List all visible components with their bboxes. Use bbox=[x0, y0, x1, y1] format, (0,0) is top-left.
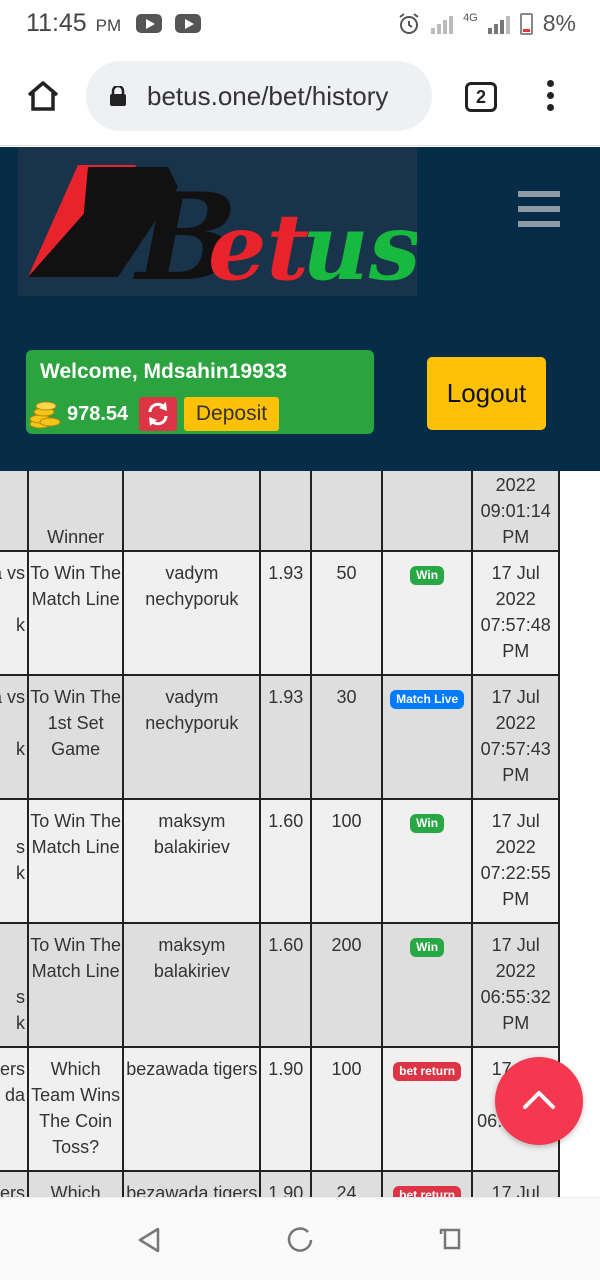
coins-icon bbox=[29, 401, 61, 429]
bet-stake-cell: 24 bbox=[310, 1170, 383, 1197]
home-icon[interactable] bbox=[26, 80, 60, 112]
url-text: betus.one/bet/history bbox=[147, 81, 389, 111]
bet-selection-cell: bezawada tigers bbox=[122, 1046, 262, 1172]
bet-selection-cell: vadym nechyporuk bbox=[122, 674, 262, 800]
refresh-balance-button[interactable] bbox=[139, 397, 177, 431]
browser-toolbar: betus.one/bet/history 2 bbox=[0, 52, 600, 146]
bet-date-cell: 17 Jul bbox=[471, 1170, 560, 1197]
signal-icon bbox=[431, 14, 454, 34]
bet-row: a vs kTo Win The 1st Set Gamevadym nechy… bbox=[0, 674, 560, 800]
bet-status-cell: Match Live bbox=[380, 674, 474, 800]
bet-event-cell: a vs k bbox=[0, 550, 29, 676]
bet-odds-cell: 1.93 bbox=[259, 674, 313, 800]
bet-row: s k To Win The Match Line maksym balakirie… bbox=[0, 922, 560, 1048]
bet-status-badge: Win bbox=[410, 566, 445, 585]
bet-market-cell: Which Team Wins The Coin Toss? bbox=[26, 1046, 125, 1172]
bet-date-cell: 17 Jul 2022 07:22:55 PM bbox=[471, 798, 560, 924]
bet-stake-cell: 100 bbox=[310, 798, 383, 924]
bet-odds-cell: 1.90 bbox=[259, 1046, 313, 1172]
tab-switcher-button[interactable]: 2 bbox=[465, 82, 497, 112]
youtube-notification-icon bbox=[136, 14, 162, 33]
bet-selection-cell: bezawada tigers bbox=[122, 1170, 262, 1197]
network-type: 4G bbox=[463, 11, 478, 24]
browser-menu-icon[interactable] bbox=[545, 80, 555, 112]
bet-event-cell: s k bbox=[0, 798, 29, 924]
bet-history-grid: Winner2022 09:01:14 PMa vs kTo Win The M… bbox=[0, 471, 560, 1197]
bet-status-cell: Win bbox=[380, 798, 474, 924]
svg-text:et: et bbox=[208, 193, 309, 296]
bet-status-badge: bet return bbox=[393, 1186, 462, 1197]
bet-odds-cell: 1.60 bbox=[259, 798, 313, 924]
bet-market-cell: To Win The Match Line bbox=[26, 922, 125, 1048]
bet-stake-cell: 50 bbox=[310, 550, 383, 676]
bet-status-cell: bet return bbox=[380, 1170, 474, 1197]
bet-row: a vs kTo Win The Match Linevadym nechypo… bbox=[0, 550, 560, 676]
bet-status-badge: Win bbox=[410, 814, 445, 833]
site-header: B et us Welcome, Mdsahin19933 978.54 Dep… bbox=[0, 147, 600, 471]
bet-market-cell: To Win The Match Line bbox=[26, 550, 125, 676]
welcome-text: Welcome, Mdsahin19933 bbox=[40, 360, 288, 383]
bet-market-cell: Winner bbox=[26, 471, 125, 552]
bet-stake-cell: 30 bbox=[310, 674, 383, 800]
status-indicators: 4G 8% bbox=[397, 10, 576, 37]
bet-market-cell: To Win The 1st Set Game bbox=[26, 674, 125, 800]
battery-icon bbox=[519, 12, 533, 35]
status-time: 11:45 PM bbox=[26, 9, 122, 37]
chevron-up-icon bbox=[523, 1091, 555, 1109]
bet-odds-cell: 1.93 bbox=[259, 550, 313, 676]
bet-status-cell: Win bbox=[380, 550, 474, 676]
bet-date-cell: 17 Jul 2022 07:57:43 PM bbox=[471, 674, 560, 800]
bet-stake-cell: 200 bbox=[310, 922, 383, 1048]
bet-event-cell bbox=[0, 471, 29, 552]
svg-text:us: us bbox=[302, 193, 417, 296]
bet-row: s k To Win The Match Line maksym balakirie… bbox=[0, 798, 560, 924]
battery-level: 8% bbox=[542, 10, 576, 36]
bet-selection-cell: vadym nechyporuk bbox=[122, 550, 262, 676]
bet-odds-cell: 1.90 bbox=[259, 1170, 313, 1197]
bet-row: Winner 2022 09:01:14 PM bbox=[0, 471, 560, 552]
bet-stake-cell: 100 bbox=[310, 1046, 383, 1172]
bet-status-cell: bet return bbox=[380, 1046, 474, 1172]
bet-date-cell: 17 Jul 2022 07:57:48 PM bbox=[471, 550, 560, 676]
balance-amount: 978.54 bbox=[67, 403, 129, 425]
logout-button[interactable]: Logout bbox=[427, 357, 546, 430]
bet-event-cell: ers da bbox=[0, 1046, 29, 1172]
bet-market-cell: Which bbox=[26, 1170, 125, 1197]
bet-selection-cell bbox=[122, 471, 262, 552]
bet-selection-cell: maksym balakiriev bbox=[122, 798, 262, 924]
bet-status-cell bbox=[380, 471, 474, 552]
user-panel: Welcome, Mdsahin19933 978.54 Deposit bbox=[26, 350, 374, 434]
bet-row: ers Which bezawada tigers 1.90 24 bet return 1… bbox=[0, 1170, 560, 1197]
address-bar[interactable]: betus.one/bet/history bbox=[86, 61, 432, 131]
bet-status-badge: bet return bbox=[393, 1062, 462, 1081]
alarm-icon bbox=[399, 12, 419, 34]
bet-selection-cell: maksym balakiriev bbox=[122, 922, 262, 1048]
bet-market-cell: To Win The Match Line bbox=[26, 798, 125, 924]
bet-status-badge: Match Live bbox=[390, 690, 465, 709]
bet-status-cell: Win bbox=[380, 922, 474, 1048]
betus-logo[interactable]: B et us bbox=[18, 147, 417, 296]
bet-odds-cell bbox=[259, 471, 313, 552]
back-icon[interactable] bbox=[136, 1226, 162, 1254]
bet-odds-cell: 1.60 bbox=[259, 922, 313, 1048]
bet-date-cell: 17 Jul 2022 06:55:32 PM bbox=[471, 922, 560, 1048]
refresh-icon bbox=[148, 402, 168, 426]
status-bar: 11:45 PM 4G 8% bbox=[0, 0, 600, 52]
bet-status-badge: Win bbox=[410, 938, 445, 957]
signal-icon bbox=[487, 14, 510, 34]
bet-event-cell: a vs k bbox=[0, 674, 29, 800]
system-nav-bar bbox=[0, 1197, 600, 1280]
bet-event-cell: s k bbox=[0, 922, 29, 1048]
home-circle-icon[interactable] bbox=[286, 1226, 314, 1254]
recents-icon[interactable] bbox=[437, 1226, 463, 1252]
lock-icon bbox=[110, 86, 126, 106]
bet-date-cell: 2022 09:01:14 PM bbox=[471, 471, 560, 552]
youtube-notification-icon bbox=[175, 14, 201, 33]
bet-event-cell: ers bbox=[0, 1170, 29, 1197]
bet-stake-cell bbox=[310, 471, 383, 552]
deposit-button[interactable]: Deposit bbox=[184, 397, 279, 431]
bet-row: ers da Which Team Wins The Coin Toss? beza… bbox=[0, 1046, 560, 1172]
scroll-to-top-button[interactable] bbox=[495, 1057, 583, 1145]
menu-hamburger-icon[interactable] bbox=[518, 191, 560, 227]
